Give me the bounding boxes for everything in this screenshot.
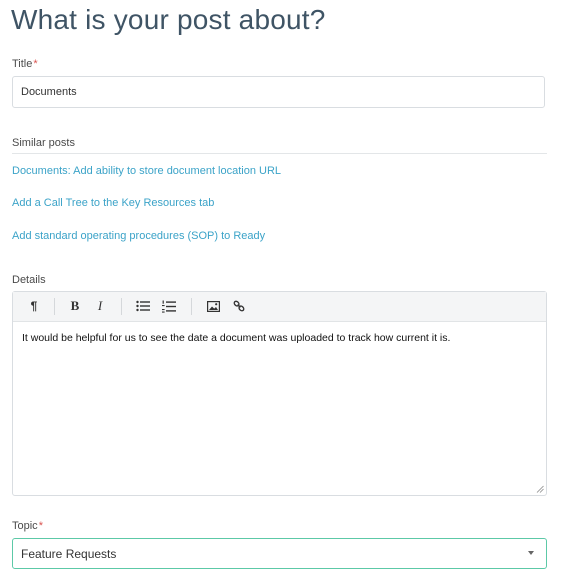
page-title: What is your post about? [11,4,326,35]
paragraph-icon: ¶ [30,299,38,313]
title-label: Title* [12,58,38,70]
similar-posts-label: Similar posts [12,137,75,149]
caret-down-icon [528,551,534,555]
editor-toolbar: ¶ B I [13,292,546,322]
topic-label-text: Topic [12,520,38,532]
title-label-text: Title [12,58,33,70]
numbered-list-icon [162,300,176,313]
insert-image-button[interactable] [203,297,223,315]
details-editor: ¶ B I It would be helpful for us to see … [12,291,547,496]
similar-posts-divider [12,153,547,154]
similar-post-link[interactable]: Documents: Add ability to store document… [12,165,281,177]
similar-post-link[interactable]: Add standard operating procedures (SOP) … [12,230,265,242]
bold-icon: B [70,298,80,313]
toolbar-separator [54,298,55,315]
italic-button[interactable]: I [90,297,110,315]
details-body-text[interactable]: It would be helpful for us to see the da… [22,332,450,344]
paragraph-format-button[interactable]: ¶ [24,297,44,315]
required-mark: * [38,520,43,532]
topic-select[interactable]: Feature Requests [12,538,547,569]
toolbar-separator [191,298,192,315]
italic-icon: I [97,298,103,313]
similar-post-link[interactable]: Add a Call Tree to the Key Resources tab [12,197,214,209]
link-icon [233,300,245,312]
bulleted-list-icon [136,300,150,312]
bold-button[interactable]: B [65,297,85,315]
toolbar-separator [121,298,122,315]
resize-handle-icon[interactable] [536,485,544,493]
required-mark: * [33,58,38,70]
bulleted-list-button[interactable] [133,297,153,315]
topic-label: Topic* [12,520,43,532]
insert-link-button[interactable] [229,297,249,315]
image-icon [206,300,220,312]
details-label: Details [12,274,46,286]
numbered-list-button[interactable] [159,297,179,315]
title-input[interactable] [12,76,545,108]
topic-selected-value: Feature Requests [21,547,117,561]
